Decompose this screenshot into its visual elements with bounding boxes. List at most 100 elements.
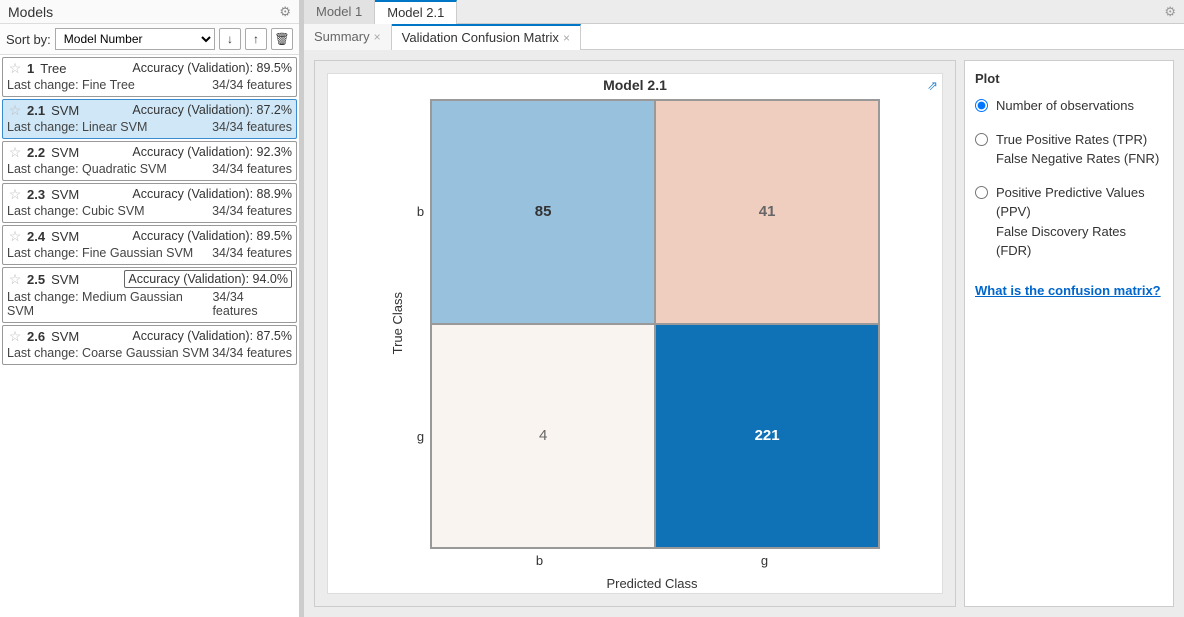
close-icon[interactable]: × [374, 30, 381, 44]
model-last-change: Last change: Coarse Gaussian SVM [7, 346, 209, 360]
model-number: 1 [27, 61, 34, 76]
model-number: 2.3 [27, 187, 45, 202]
right-panel: Model 1Model 2.1 ⚙ Summary×Validation Co… [300, 0, 1184, 617]
plot-option[interactable]: True Positive Rates (TPR)False Negative … [975, 130, 1163, 169]
model-type: Tree [40, 61, 132, 76]
model-type: SVM [51, 229, 132, 244]
models-panel: Models ⚙ Sort by: Model Number ↓ ↑ 🗑 ☆ 1T… [0, 0, 300, 617]
model-accuracy: Accuracy (Validation): 88.9% [132, 187, 292, 201]
x-tick-g: g [652, 549, 877, 568]
model-accuracy: Accuracy (Validation): 89.5% [132, 61, 292, 75]
star-icon[interactable]: ☆ [7, 271, 23, 287]
model-number: 2.1 [27, 103, 45, 118]
plot-option-label: False Negative Rates (FNR) [996, 149, 1159, 169]
plot-option-radio[interactable] [975, 133, 988, 146]
sub-tab-label: Summary [314, 29, 370, 44]
model-card[interactable]: ☆ 2.6 SVMAccuracy (Validation): 87.5% Last … [2, 325, 297, 365]
help-link[interactable]: What is the confusion matrix? [975, 283, 1163, 298]
star-icon[interactable]: ☆ [7, 328, 23, 344]
sort-up-button[interactable]: ↑ [245, 28, 267, 50]
models-header: Models ⚙ [0, 0, 299, 24]
star-icon[interactable]: ☆ [7, 228, 23, 244]
plot-panel-title: Plot [975, 71, 1163, 86]
model-accuracy: Accuracy (Validation): 92.3% [132, 145, 292, 159]
model-features: 34/34 features [212, 78, 292, 92]
model-accuracy: Accuracy (Validation): 94.0% [124, 270, 292, 288]
model-number: 2.2 [27, 145, 45, 160]
model-number: 2.4 [27, 229, 45, 244]
model-accuracy: Accuracy (Validation): 89.5% [132, 229, 292, 243]
delete-button[interactable]: 🗑 [271, 28, 293, 50]
plot-option-label: Number of observations [996, 96, 1134, 116]
model-number: 2.6 [27, 329, 45, 344]
model-last-change: Last change: Fine Gaussian SVM [7, 246, 193, 260]
sub-tab[interactable]: Summary × [304, 24, 392, 50]
plot-option-label: True Positive Rates (TPR) [996, 130, 1159, 150]
sort-down-button[interactable]: ↓ [219, 28, 241, 50]
y-tick-g: g [417, 324, 424, 549]
y-tick-b: b [417, 99, 424, 324]
model-type: SVM [51, 272, 124, 287]
undock-icon[interactable]: ⇗ [927, 78, 938, 94]
sort-row: Sort by: Model Number ↓ ↑ 🗑 [0, 24, 299, 55]
model-features: 34/34 features [212, 162, 292, 176]
model-accuracy: Accuracy (Validation): 87.5% [132, 329, 292, 343]
model-tab[interactable]: Model 1 [304, 0, 375, 24]
close-icon[interactable]: × [563, 31, 570, 45]
plot-option-label: Positive Predictive Values (PPV) [996, 183, 1163, 222]
model-number: 2.5 [27, 272, 45, 287]
cell-b-b: 85 [431, 100, 655, 324]
sort-select[interactable]: Model Number [55, 28, 215, 50]
model-last-change: Last change: Quadratic SVM [7, 162, 167, 176]
model-card[interactable]: ☆ 2.3 SVMAccuracy (Validation): 88.9% Last … [2, 183, 297, 223]
sub-tabs-row: Summary × Validation Confusion Matrix × [304, 24, 1184, 50]
plot-option-radio[interactable] [975, 186, 988, 199]
model-accuracy: Accuracy (Validation): 87.2% [132, 103, 292, 117]
content-area: ⇗ Model 2.1 True Class b g 85 41 [304, 50, 1184, 617]
star-icon[interactable]: ☆ [7, 186, 23, 202]
model-type: SVM [51, 187, 132, 202]
model-card[interactable]: ☆ 2.5 SVMAccuracy (Validation): 94.0% Last … [2, 267, 297, 323]
model-last-change: Last change: Cubic SVM [7, 204, 145, 218]
plot-panel: Plot Number of observations True Positive… [964, 60, 1174, 607]
model-list[interactable]: ☆1TreeAccuracy (Validation): 89.5%Last c… [0, 55, 299, 617]
x-axis-label: Predicted Class [427, 568, 877, 591]
confusion-matrix: 85 41 4 221 [430, 99, 880, 549]
sub-tab-label: Validation Confusion Matrix [402, 30, 559, 45]
star-icon[interactable]: ☆ [7, 102, 23, 118]
cell-g-b: 4 [431, 324, 655, 548]
plot-option-radio[interactable] [975, 99, 988, 112]
model-card[interactable]: ☆ 2.1 SVMAccuracy (Validation): 87.2% Last … [2, 99, 297, 139]
plot-option[interactable]: Number of observations [975, 96, 1163, 116]
model-card[interactable]: ☆2.2SVMAccuracy (Validation): 92.3%Last … [2, 141, 297, 181]
model-last-change: Last change: Medium Gaussian SVM [7, 290, 212, 318]
plot-option-label: False Discovery Rates (FDR) [996, 222, 1163, 261]
star-icon[interactable]: ☆ [7, 60, 23, 76]
model-features: 34/34 features [212, 290, 292, 318]
cell-g-g: 221 [655, 324, 879, 548]
model-card[interactable]: ☆ 2.4 SVMAccuracy (Validation): 89.5% Last … [2, 225, 297, 265]
model-tabs-row: Model 1Model 2.1 ⚙ [304, 0, 1184, 24]
model-type: SVM [51, 329, 132, 344]
gear-icon[interactable]: ⚙ [279, 4, 291, 20]
star-icon[interactable]: ☆ [7, 144, 23, 160]
sort-label: Sort by: [6, 32, 51, 47]
x-tick-b: b [427, 549, 652, 568]
model-features: 34/34 features [212, 346, 292, 360]
model-last-change: Last change: Fine Tree [7, 78, 135, 92]
model-card[interactable]: ☆ 1 TreeAccuracy (Validation): 89.5% Last c… [2, 57, 297, 97]
y-axis-label: True Class [390, 292, 405, 354]
model-features: 34/34 features [212, 120, 292, 134]
cell-b-g: 41 [655, 100, 879, 324]
sub-tab[interactable]: Validation Confusion Matrix × [392, 24, 581, 50]
panel-gear-icon[interactable]: ⚙ [1156, 4, 1184, 20]
plot-option[interactable]: Positive Predictive Values (PPV)False Di… [975, 183, 1163, 261]
chart-title: Model 2.1 [603, 77, 667, 93]
model-type: SVM [51, 103, 132, 118]
model-tab[interactable]: Model 2.1 [375, 0, 457, 24]
model-features: 34/34 features [212, 246, 292, 260]
model-features: 34/34 features [212, 204, 292, 218]
chart-container: ⇗ Model 2.1 True Class b g 85 41 [314, 60, 956, 607]
models-title: Models [8, 4, 279, 20]
model-last-change: Last change: Linear SVM [7, 120, 147, 134]
